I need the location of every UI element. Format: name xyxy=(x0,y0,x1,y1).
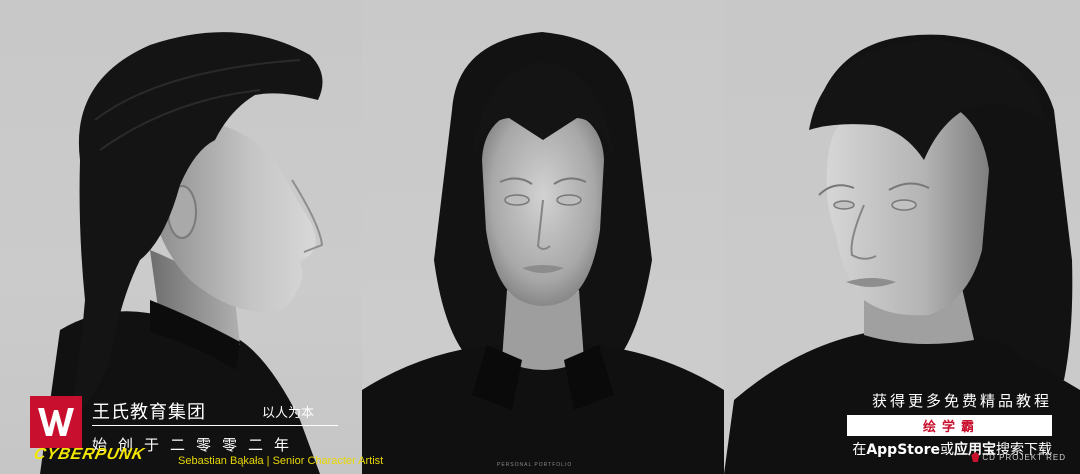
portfolio-label: PERSONAL PORTFOLIO xyxy=(497,462,573,468)
watermark-divider xyxy=(92,425,338,426)
promo-or: 或 xyxy=(940,442,954,458)
artist-credit: Sebastian Bąkała | Senior Character Arti… xyxy=(178,455,384,467)
front-view-panel xyxy=(362,0,724,474)
promo-block: 获得更多免费精品教程 绘学霸 在AppStore或应用宝搜索下载 xyxy=(802,390,1052,459)
cd-projekt-red-logo: CD PROJEKT RED xyxy=(971,452,1066,462)
promo-prefix: 在 xyxy=(852,442,867,458)
front-head-render xyxy=(362,32,724,474)
cyberpunk-logo: CYBERPUNK xyxy=(32,446,147,463)
company-name: 王氏教育集团 xyxy=(92,402,206,423)
appstore-label: AppStore xyxy=(866,442,940,458)
w-letter-icon xyxy=(38,408,74,436)
company-slogan: 以人为本 xyxy=(262,406,315,421)
wangshi-logo xyxy=(30,396,82,448)
studio-mark-icon xyxy=(971,452,980,462)
app-name-badge: 绘学霸 xyxy=(846,415,1052,436)
promo-headline: 获得更多免费精品教程 xyxy=(871,392,1052,410)
render-sheet: 王氏教育集团 以人为本 始创于二零零二年 CYBERPUNK Sebastian… xyxy=(0,0,1080,474)
studio-name: CD PROJEKT RED xyxy=(982,453,1066,462)
